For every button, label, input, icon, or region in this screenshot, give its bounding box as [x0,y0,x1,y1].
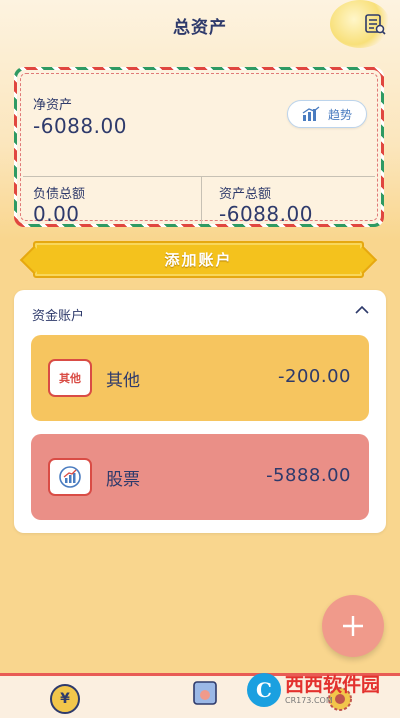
yuan-symbol: ¥ [60,691,70,707]
fund-accounts-title: 资金账户 [32,309,85,324]
other-account-icon: 其他 [48,359,92,397]
trend-label: 趋势 [327,107,352,122]
account-amount: -5888.00 [266,465,351,486]
summary-divider-vertical [201,176,202,224]
card-icon[interactable] [190,678,220,708]
list-icon[interactable] [364,13,386,35]
watermark-subtext: CR173.COM [284,695,333,705]
net-asset-label: 净资产 [33,98,73,113]
liability-total-value: 0.00 [33,202,80,226]
account-amount: -200.00 [278,366,351,387]
other-icon-text: 其他 [59,372,81,385]
watermark-text-group: 西西软件园 CR173.COM [284,673,380,705]
account-name: 其他 [106,371,140,391]
asset-summary-card: 净资产 -6088.00 趋势 负债总额 0.00 资产总额 -6088.00 [14,67,384,227]
app-header: 总资产 [0,0,400,50]
site-watermark: C 西西软件园 CR173.COM [246,670,380,710]
stock-chart-icon [59,466,81,488]
watermark-logo: C [246,673,281,707]
watermark-text: 西西软件园 [284,673,380,696]
add-account-label: 添加账户 [164,251,233,269]
trend-button[interactable]: 趋势 [287,100,367,128]
chevron-up-icon[interactable] [354,304,370,316]
account-item-stock[interactable]: 股票 -5888.00 [31,434,369,520]
add-record-fab[interactable] [322,595,384,657]
asset-summary-inner: 净资产 -6088.00 趋势 负债总额 0.00 资产总额 -6088.00 [17,70,381,226]
yuan-coin-icon[interactable]: ¥ [50,684,80,714]
account-item-other[interactable]: 其他 其他 -200.00 [31,335,369,421]
asset-total-value: -6088.00 [219,202,313,226]
asset-total-label: 资产总额 [219,187,272,202]
summary-divider-horizontal [23,176,375,177]
page-title: 总资产 [173,17,227,38]
fund-accounts-panel: 资金账户 其他 其他 -200.00 股票 -5888.00 [14,290,386,533]
net-asset-value: -6088.00 [33,114,127,138]
trend-chart-icon [302,106,320,121]
plus-icon [343,616,363,636]
account-name: 股票 [106,470,140,490]
add-account-button[interactable]: 添加账户 [33,241,364,278]
chart-icon [48,458,92,496]
liability-total-label: 负债总额 [33,187,86,202]
